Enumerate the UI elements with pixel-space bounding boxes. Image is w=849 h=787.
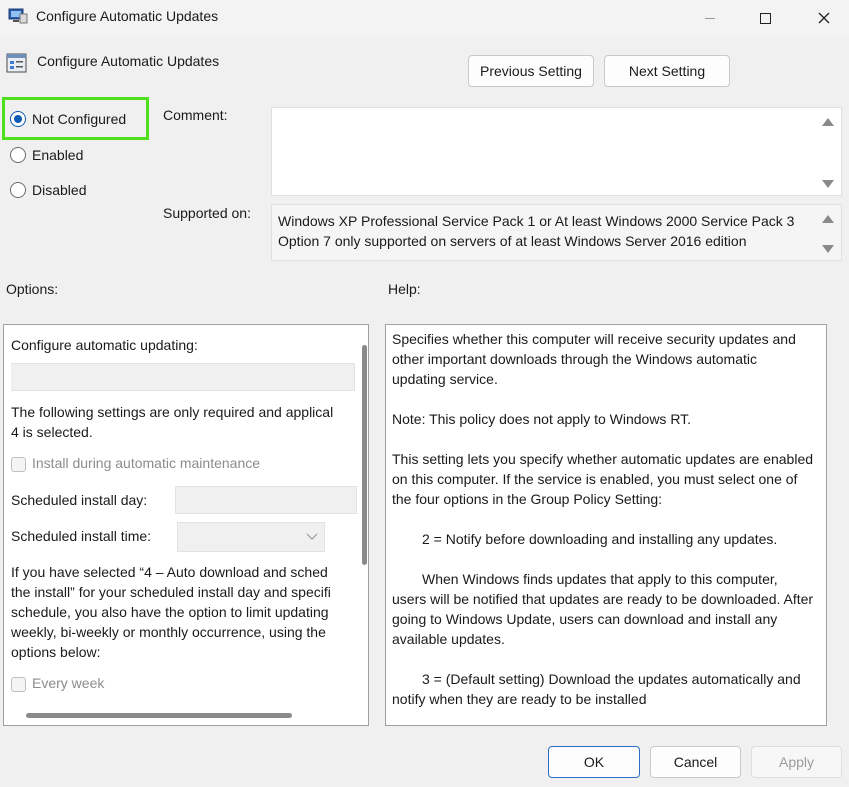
help-panel[interactable]: Specifies whether this computer will rec… <box>385 324 827 726</box>
close-icon <box>818 12 830 24</box>
install-maintenance-checkbox: Install during automatic maintenance <box>11 453 260 473</box>
help-label: Help: <box>388 281 421 297</box>
maximize-button[interactable] <box>741 0 789 36</box>
install-time-label: Scheduled install time: <box>11 528 152 544</box>
scroll-up-icon[interactable] <box>822 118 834 126</box>
scroll-down-icon[interactable] <box>822 180 834 188</box>
next-setting-button[interactable]: Next Setting <box>604 55 730 87</box>
ok-button[interactable]: OK <box>548 746 640 778</box>
radio-checked-icon <box>10 111 26 127</box>
options-para-line-5: options below: <box>11 644 101 660</box>
every-week-checkbox: Every week <box>11 673 104 693</box>
install-time-select <box>177 522 325 552</box>
apply-button: Apply <box>751 746 842 778</box>
options-panel[interactable]: Configure automatic updating: The follow… <box>3 324 369 726</box>
options-vertical-scrollbar[interactable] <box>362 345 367 565</box>
options-para-line-1: If you have selected “4 – Auto download … <box>11 564 328 580</box>
policy-title: Configure Automatic Updates <box>37 53 220 69</box>
radio-disabled-label: Disabled <box>32 182 87 198</box>
help-paragraph-3: This setting lets you specify whether au… <box>392 451 814 507</box>
radio-enabled-label: Enabled <box>32 147 84 163</box>
supported-scrollbar[interactable] <box>815 205 841 260</box>
help-paragraph-5: When Windows finds updates that apply to… <box>392 571 814 647</box>
help-paragraph-4: 2 = Notify before downloading and instal… <box>422 531 778 547</box>
options-label: Options: <box>6 281 59 297</box>
options-para-line-4: weekly, bi-weekly or monthly occurrence,… <box>11 624 326 640</box>
comment-scrollbar[interactable] <box>815 108 841 195</box>
app-icon <box>8 8 28 24</box>
supported-line-2: Option 7 only supported on servers of at… <box>278 233 747 249</box>
radio-not-configured[interactable]: Not Configured <box>10 111 126 127</box>
comment-label: Comment: <box>163 107 228 123</box>
configure-updating-label: Configure automatic updating: <box>11 337 198 353</box>
chevron-down-icon <box>306 533 318 540</box>
supported-on-box: Windows XP Professional Service Pack 1 o… <box>271 204 842 261</box>
install-day-select <box>175 486 357 514</box>
maximize-icon <box>759 12 771 24</box>
help-paragraph-2: Note: This policy does not apply to Wind… <box>392 411 692 427</box>
help-paragraph-1: Specifies whether this computer will rec… <box>392 331 796 387</box>
cancel-button[interactable]: Cancel <box>650 746 741 778</box>
scroll-up-icon[interactable] <box>822 215 834 223</box>
every-week-label: Every week <box>32 675 105 691</box>
install-maintenance-label: Install during automatic maintenance <box>32 455 261 471</box>
supported-on-label: Supported on: <box>163 205 251 221</box>
checkbox-icon <box>11 676 26 692</box>
options-horizontal-scrollbar[interactable] <box>26 713 292 718</box>
radio-unchecked-icon <box>10 182 26 198</box>
title-bar: Configure Automatic Updates <box>0 0 849 36</box>
previous-setting-button[interactable]: Previous Setting <box>468 55 594 87</box>
radio-enabled[interactable]: Enabled <box>10 147 83 163</box>
comment-textarea[interactable] <box>271 107 842 196</box>
supported-line-1: Windows XP Professional Service Pack 1 o… <box>278 213 795 229</box>
help-content: Specifies whether this computer will rec… <box>392 329 814 725</box>
checkbox-icon <box>11 456 26 472</box>
policy-icon <box>6 53 27 73</box>
options-note-line-1: The following settings are only required… <box>11 404 334 420</box>
options-note-line-2: 4 is selected. <box>11 424 93 440</box>
scroll-down-icon[interactable] <box>822 245 834 253</box>
options-para-line-3: schedule, you also have the option to li… <box>11 604 329 620</box>
minimize-button[interactable] <box>686 0 734 36</box>
help-paragraph-6: 3 = (Default setting) Download the updat… <box>392 671 801 707</box>
install-day-label: Scheduled install day: <box>11 492 148 508</box>
close-button[interactable] <box>800 0 848 36</box>
window-title: Configure Automatic Updates <box>36 8 219 24</box>
options-content: Configure automatic updating: The follow… <box>11 335 357 705</box>
minimize-icon <box>705 17 715 19</box>
configure-updating-select <box>11 363 355 391</box>
radio-unchecked-icon <box>10 147 26 163</box>
radio-not-configured-label: Not Configured <box>32 111 127 127</box>
radio-disabled[interactable]: Disabled <box>10 182 86 198</box>
options-para-line-2: the install” for your scheduled install … <box>11 584 331 600</box>
